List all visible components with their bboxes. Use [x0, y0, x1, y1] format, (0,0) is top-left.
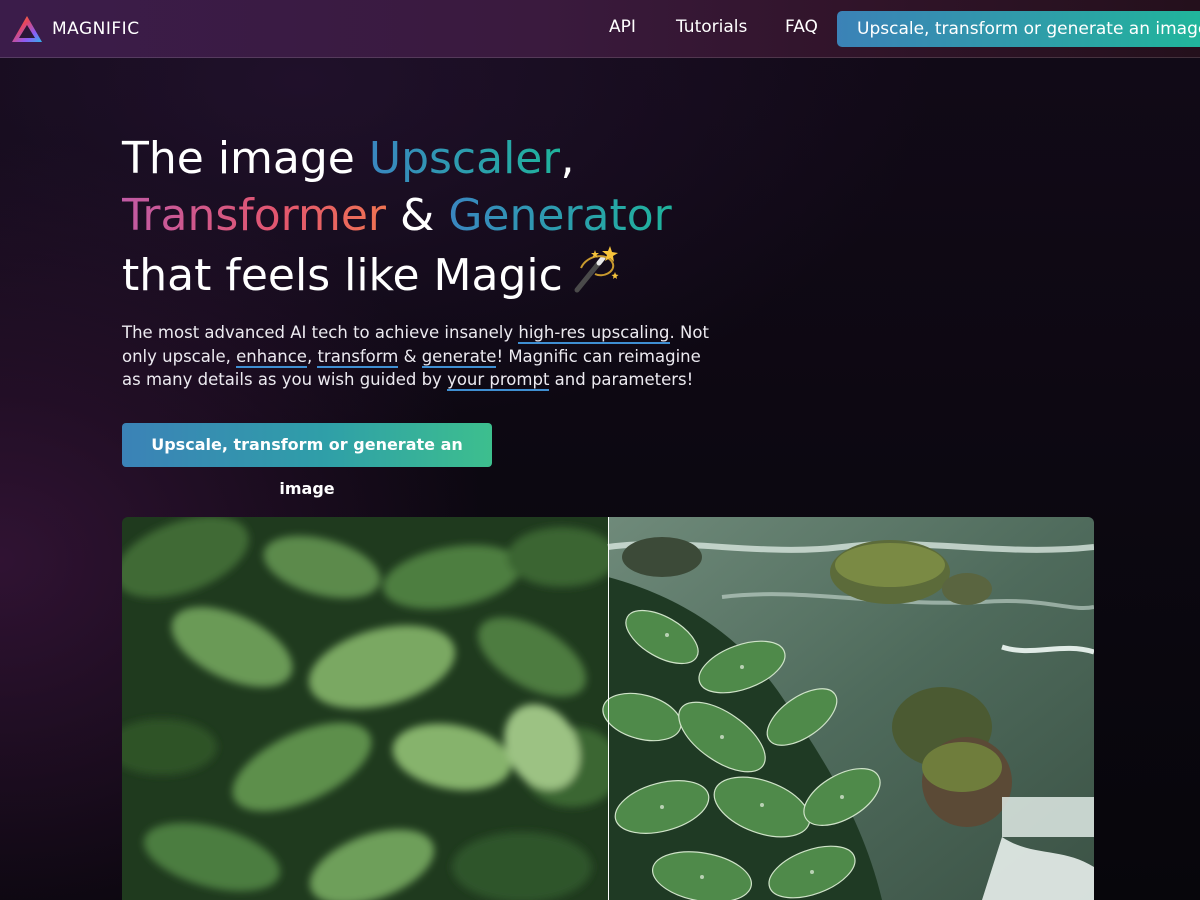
hero-title-text: The image [122, 133, 369, 184]
link-generate[interactable]: generate [421, 346, 497, 368]
hero-title-line-2: Transformer & Generator [122, 187, 672, 244]
page: MAGNIFIC API Tutorials FAQ Upscale, tran… [0, 0, 1200, 900]
nav-tutorials-link[interactable]: Tutorials [676, 17, 747, 37]
hero-title-generator: Generator [448, 190, 672, 241]
hero-desc-text-3: , [306, 346, 318, 366]
hero-title-magic: that feels like Magic [122, 250, 563, 301]
hero-title-comma: , [560, 133, 575, 184]
link-enhance[interactable]: enhance [236, 346, 307, 368]
top-navigation-bar: MAGNIFIC API Tutorials FAQ Upscale, tran… [0, 0, 1200, 58]
hero-desc-text-4: & [398, 346, 422, 366]
link-transform[interactable]: transform [317, 346, 399, 368]
hero-title-transformer: Transformer [122, 190, 387, 241]
brand-name: MAGNIFIC [52, 19, 140, 39]
brand[interactable]: MAGNIFIC [10, 12, 140, 46]
before-after-comparison[interactable] [122, 517, 1094, 900]
nav-faq-link[interactable]: FAQ [785, 17, 818, 37]
hero-title-line-1: The image Upscaler, [122, 130, 672, 187]
hero-description: The most advanced AI tech to achieve ins… [122, 321, 722, 392]
hero-desc-text-6: and parameters! [549, 370, 694, 389]
hero-cta-button[interactable]: Upscale, transform or generate an image [122, 423, 492, 498]
after-image [602, 517, 1094, 900]
magic-wand-icon [569, 244, 621, 310]
hero-title: The image Upscaler, Transformer & Genera… [122, 130, 672, 310]
comparison-slider-handle[interactable] [608, 517, 609, 900]
hero-title-line-3: that feels like Magic [122, 244, 672, 310]
link-your-prompt[interactable]: your prompt [447, 370, 550, 391]
hero-title-upscaler: Upscaler [368, 133, 561, 184]
logo-icon [10, 14, 44, 44]
header-cta-button[interactable]: Upscale, transform or generate an image [837, 11, 1200, 47]
hero-desc-text-1: The most advanced AI tech to achieve ins… [122, 323, 519, 342]
before-image [122, 517, 622, 900]
nav-api-link[interactable]: API [609, 17, 636, 37]
hero-title-ampersand: & [386, 190, 449, 241]
link-high-res-upscaling[interactable]: high-res upscaling [518, 323, 670, 344]
